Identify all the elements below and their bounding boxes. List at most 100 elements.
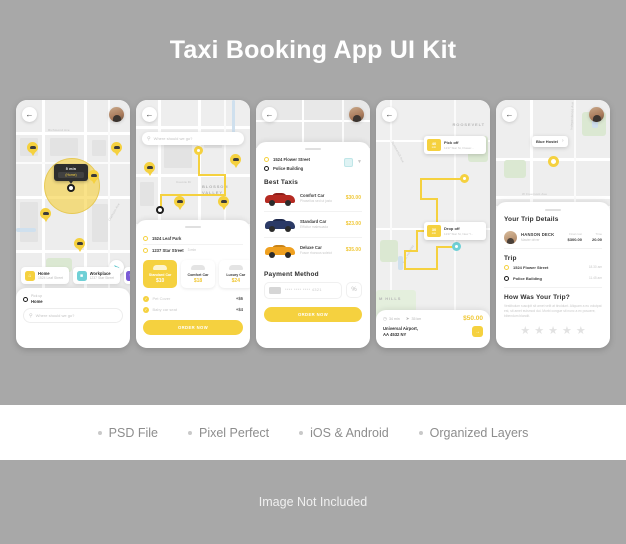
sheet-grabber[interactable]: [185, 226, 201, 228]
eta-unit: min: [431, 231, 437, 235]
chevron-down-icon[interactable]: ▼: [357, 159, 362, 165]
duration-value: 34 min: [388, 316, 400, 321]
dropoff-callout[interactable]: 30 min Drop off 1237 Star St, New Y...: [424, 222, 486, 241]
eta-badge: 30 min: [427, 225, 441, 238]
taxi-pin[interactable]: [230, 154, 241, 168]
sheet-grabber[interactable]: [545, 209, 561, 211]
taxi-list-item[interactable]: Standard Car Efficitur malesuada $23.00: [264, 212, 362, 237]
home-icon: ⌂: [25, 270, 35, 281]
map-place-chip[interactable]: Blue Hostel ›: [532, 136, 568, 147]
order-now-button[interactable]: ORDER NOW: [143, 320, 243, 336]
back-button[interactable]: ←: [382, 107, 397, 122]
addon-row[interactable]: ✓ Baby car seat +$4: [143, 304, 243, 315]
car-type-option[interactable]: Standard Car $10: [143, 259, 178, 289]
back-button[interactable]: ←: [22, 107, 37, 122]
percent-icon[interactable]: %: [346, 282, 362, 299]
car-price: $10: [155, 278, 165, 285]
star-icon[interactable]: ★: [520, 325, 530, 337]
taxi-desc: Fusce rhoncus soleict: [300, 251, 332, 256]
trip-stop[interactable]: 1524 Flower Street 18.30 am: [504, 262, 602, 273]
route-stop[interactable]: 1524 Leaf Park: [143, 233, 243, 244]
destination-search-input[interactable]: ⚲ Where should we go?: [23, 308, 123, 323]
stop-name: 1524 Flower Street: [513, 264, 549, 270]
order-now-button[interactable]: ORDER NOW: [264, 306, 362, 322]
route-stop[interactable]: 1524 Flower Street: [264, 155, 344, 164]
star-icon[interactable]: ★: [562, 325, 572, 337]
image-not-included-notice: Image Not Included: [258, 495, 368, 509]
saved-place-extra[interactable]: ★: [124, 267, 130, 284]
saved-place-home[interactable]: ⌂ Home 1524 Leaf Street: [21, 267, 69, 284]
driver-name: HANSON DECK: [521, 232, 555, 238]
callout-title: Drop off: [444, 226, 460, 232]
stop-marker-icon: [143, 235, 148, 241]
route-stop[interactable]: Police Building: [264, 164, 344, 173]
destination-search-input[interactable]: ⚲ Where should we go?: [142, 132, 244, 145]
car-icon: [228, 264, 243, 270]
current-position-marker: [67, 184, 75, 192]
taxi-pin[interactable]: [74, 238, 85, 252]
back-button[interactable]: ←: [502, 107, 517, 122]
rating-stars[interactable]: ★ ★ ★ ★ ★: [504, 325, 602, 337]
driver-row[interactable]: HANSON DECK Master driver Final cost $30…: [504, 227, 602, 248]
feature-item: Pixel Perfect: [187, 426, 269, 440]
arrow-right-icon[interactable]: →: [472, 326, 483, 337]
taxi-pin[interactable]: [144, 162, 155, 176]
taxi-list-item[interactable]: Comfort Car Phasellus sed ut justo $30.0…: [264, 186, 362, 211]
card-input[interactable]: **** **** **** 4321: [264, 281, 342, 299]
map-canvas[interactable]: Cuesta Dr BLOSSOM VALLEY ← ⚲ Where shoul…: [136, 100, 250, 224]
car-image: [265, 243, 295, 258]
trip-stop[interactable]: Police Building 11.45 am: [504, 273, 602, 284]
distance-metric: ➤ 35 km: [406, 316, 422, 322]
pickup-callout[interactable]: 40 min Pick off 1237 Star St, Flower...: [424, 136, 486, 155]
taxi-pin[interactable]: [27, 142, 38, 156]
taxi-pin[interactable]: [174, 196, 185, 210]
car-icon: [153, 264, 168, 270]
profile-avatar[interactable]: [109, 107, 124, 122]
screen-trip-route: ROOSEVELT M HILLS Fern Hill Way Summerhi…: [376, 100, 490, 348]
map-canvas[interactable]: W Freemont Ave Independence Ave Blue Hos…: [496, 100, 610, 206]
taxi-list-item[interactable]: Deluxe Car Fusce rhoncus soleict $35.00: [264, 238, 362, 263]
destination-sheet: Pick up Home ⚲ Where should we go?: [16, 288, 130, 348]
final-cost-value: $300.00: [567, 237, 582, 243]
card-chip-icon: [269, 286, 281, 294]
map-canvas[interactable]: ←: [256, 100, 370, 148]
callout-subtitle: 1237 Star St, New Y...: [444, 232, 474, 237]
trip-price: $50.00: [463, 315, 483, 322]
taxi-pin[interactable]: [111, 142, 122, 156]
dropoff-marker: [452, 242, 461, 251]
sheet-grabber[interactable]: [305, 148, 321, 150]
taxi-pin[interactable]: [40, 208, 51, 222]
taxi-name: Comfort Car: [300, 192, 325, 198]
features-bar: PSD File Pixel Perfect iOS & Android Org…: [0, 405, 626, 460]
star-icon[interactable]: ★: [534, 325, 544, 337]
screen-route-select: Cuesta Dr BLOSSOM VALLEY ← ⚲ Where shoul…: [136, 100, 250, 348]
addon-row[interactable]: ✓ Pet Cover +$6: [143, 293, 243, 304]
star-icon[interactable]: ★: [548, 325, 558, 337]
final-cost-label: Final cost: [569, 231, 582, 236]
car-image: [265, 217, 295, 232]
pickup-row[interactable]: Pick up Home: [23, 294, 123, 304]
saved-place-workplace[interactable]: ■ Workplace 1237 Star Street: [72, 267, 120, 284]
taxi-pin[interactable]: [88, 170, 99, 184]
addon-label: Pet Cover: [152, 296, 171, 302]
map-label: Summerhill Ave: [390, 140, 406, 164]
taxi-pin[interactable]: [218, 196, 229, 210]
rating-description: Vestibulum suscipit sit amet velit at ti…: [504, 303, 602, 319]
pickup-marker: [460, 174, 469, 183]
star-icon[interactable]: ★: [576, 325, 586, 337]
profile-avatar[interactable]: [349, 107, 364, 122]
car-type-option[interactable]: Luxury Car $24: [218, 259, 250, 289]
back-button[interactable]: ←: [142, 107, 157, 122]
profile-avatar[interactable]: [589, 107, 604, 122]
destination-line-2: AA 4532 NY: [383, 332, 407, 337]
final-cost: Final cost $300.00: [568, 232, 582, 243]
stop-meta: 3 min: [187, 248, 196, 253]
route-stop[interactable]: 1237 Star Street 3 min: [143, 245, 243, 256]
eta-unit: min: [431, 145, 437, 149]
check-icon: ✓: [143, 306, 149, 313]
calendar-icon[interactable]: [344, 157, 354, 167]
back-button[interactable]: ←: [262, 107, 277, 122]
car-type-option[interactable]: Comfort Car $18: [180, 259, 216, 289]
saved-place-subtitle: 1524 Leaf Street: [38, 276, 64, 280]
bullet-icon: [187, 430, 192, 435]
